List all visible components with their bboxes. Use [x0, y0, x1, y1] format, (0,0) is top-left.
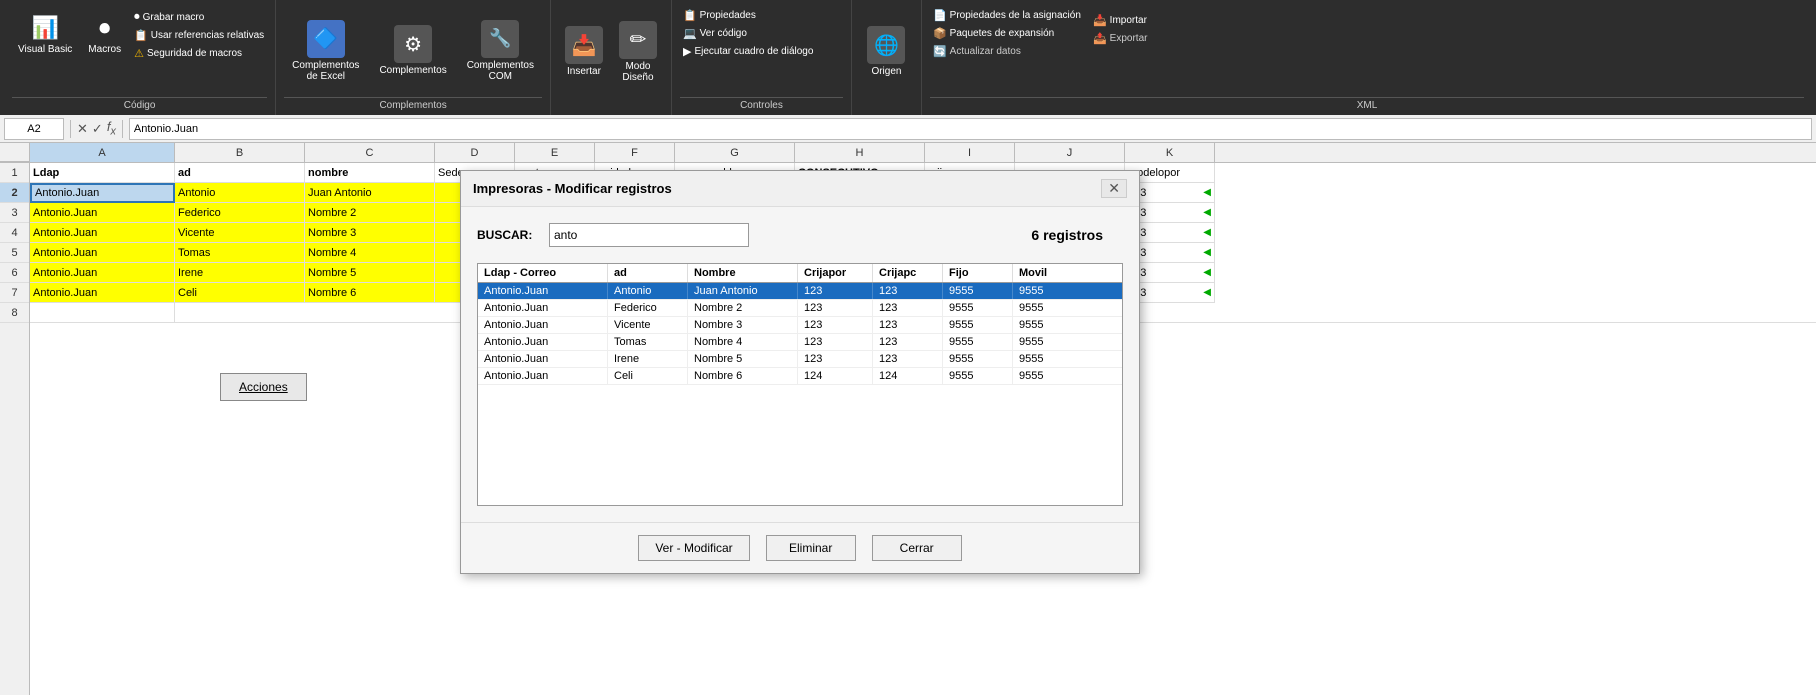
complementos-excel-btn[interactable]: 🔷 Complementosde Excel [284, 16, 367, 86]
insertar-btn[interactable]: 📥 Insertar [559, 22, 609, 81]
actualizar-datos-btn[interactable]: 🔄Actualizar datos [930, 44, 1804, 59]
exportar-btn[interactable]: 📤Exportar [1090, 31, 1804, 46]
col-headers: A B C D E F G H I J K [0, 143, 1816, 163]
name-box[interactable] [4, 118, 64, 140]
cell-b5[interactable]: Tomas [175, 243, 305, 263]
cell-c5[interactable]: Nombre 4 [305, 243, 435, 263]
ribbon-group-complementos: 🔷 Complementosde Excel ⚙ Complementos 🔧 … [276, 0, 551, 115]
grabar-macro-btn[interactable]: ⏺Grabar macro [131, 10, 267, 25]
dialog-title: Impresoras - Modificar registros [473, 181, 672, 196]
cell-c3[interactable]: Nombre 2 [305, 203, 435, 223]
results-rows: Antonio.Juan Antonio Juan Antonio 123 12… [478, 283, 1122, 505]
cell-b2[interactable]: Antonio [175, 183, 305, 203]
cell-a6[interactable]: Antonio.Juan [30, 263, 175, 283]
acciones-button[interactable]: Acciones [220, 373, 307, 401]
propiedades-btn[interactable]: 📋Propiedades [680, 8, 843, 23]
dialog: Impresoras - Modificar registros ✕ BUSCA… [460, 170, 1140, 574]
cell-a1[interactable]: Ldap [30, 163, 175, 183]
results-table-header: Ldap - Correo ad Nombre Crijapor Crijapc… [478, 264, 1122, 283]
ver-modificar-button[interactable]: Ver - Modificar [638, 535, 749, 561]
ribbon-group-label-xml: XML [930, 97, 1804, 111]
col-header-f[interactable]: F [595, 143, 675, 162]
cell-b6[interactable]: Irene [175, 263, 305, 283]
cell-a5[interactable]: Antonio.Juan [30, 243, 175, 263]
seguridad-macros-btn[interactable]: ⚠Seguridad de macros [131, 46, 267, 61]
list-item[interactable]: Antonio.Juan Irene Nombre 5 123 123 9555… [478, 351, 1122, 368]
cell-c7[interactable]: Nombre 6 [305, 283, 435, 303]
ejecutar-cuadro-btn[interactable]: ▶Ejecutar cuadro de diálogo [680, 44, 843, 59]
ribbon-group-origen: 🌐 Origen [852, 0, 922, 115]
record-count: 6 registros [1031, 227, 1103, 243]
importar-btn[interactable]: 📥Importar [1090, 13, 1804, 28]
usar-referencias-btn[interactable]: 📋Usar referencias relativas [131, 28, 267, 43]
complementos-btn[interactable]: ⚙ Complementos [371, 21, 454, 80]
origen-btn[interactable]: 🌐 Origen [861, 22, 911, 81]
search-label: BUSCAR: [477, 228, 537, 242]
confirm-formula-icon[interactable]: ✓ [92, 121, 103, 137]
cerrar-button[interactable]: Cerrar [872, 535, 962, 561]
formula-bar: ✕ ✓ fx Antonio.Juan [0, 115, 1816, 143]
cell-a3[interactable]: Antonio.Juan [30, 203, 175, 223]
ribbon-group-label-codigo: Código [12, 97, 267, 111]
col-header-c[interactable]: C [305, 143, 435, 162]
ver-codigo-btn[interactable]: 💻Ver código [680, 26, 843, 41]
row-headers: 1 2 3 4 5 6 7 8 [0, 163, 30, 695]
cell-b4[interactable]: Vicente [175, 223, 305, 243]
cell-a2-selected[interactable]: Antonio.Juan [30, 183, 175, 203]
cell-b7[interactable]: Celi [175, 283, 305, 303]
col-header-j[interactable]: J [1015, 143, 1125, 162]
ribbon: 📊 Visual Basic ⏺ Macros ⏺Grabar macro 📋U… [0, 0, 1816, 115]
cell-c2[interactable]: Juan Antonio [305, 183, 435, 203]
complementos-com-btn[interactable]: 🔧 ComplementosCOM [459, 16, 542, 86]
list-item[interactable]: Antonio.Juan Tomas Nombre 4 123 123 9555… [478, 334, 1122, 351]
col-header-i[interactable]: I [925, 143, 1015, 162]
dialog-titlebar: Impresoras - Modificar registros ✕ [461, 171, 1139, 207]
col-header-a[interactable]: A [30, 143, 175, 162]
cell-b1[interactable]: ad [175, 163, 305, 183]
insert-function-icon[interactable]: fx [107, 119, 116, 138]
list-item[interactable]: Antonio.Juan Vicente Nombre 3 123 123 95… [478, 317, 1122, 334]
list-item[interactable]: Antonio.Juan Federico Nombre 2 123 123 9… [478, 300, 1122, 317]
dialog-body: BUSCAR: anto 6 registros Ldap - Correo a… [461, 207, 1139, 522]
col-header-b[interactable]: B [175, 143, 305, 162]
visual-basic-btn[interactable]: 📊 Visual Basic [12, 8, 78, 59]
search-input[interactable]: anto [549, 223, 749, 247]
col-header-e[interactable]: E [515, 143, 595, 162]
list-item[interactable]: Antonio.Juan Antonio Juan Antonio 123 12… [478, 283, 1122, 300]
col-header-g[interactable]: G [675, 143, 795, 162]
results-table: Ldap - Correo ad Nombre Crijapor Crijapc… [477, 263, 1123, 506]
eliminar-button[interactable]: Eliminar [766, 535, 856, 561]
cell-c6[interactable]: Nombre 5 [305, 263, 435, 283]
cell-c1[interactable]: nombre [305, 163, 435, 183]
col-header-h[interactable]: H [795, 143, 925, 162]
ribbon-group-codigo: 📊 Visual Basic ⏺ Macros ⏺Grabar macro 📋U… [4, 0, 276, 115]
cell-b3[interactable]: Federico [175, 203, 305, 223]
ribbon-group-insertar: 📥 Insertar ✏ ModoDiseño [551, 0, 672, 115]
cell-a4[interactable]: Antonio.Juan [30, 223, 175, 243]
list-item[interactable]: Antonio.Juan Celi Nombre 6 124 124 9555 … [478, 368, 1122, 385]
col-header-k[interactable]: K [1125, 143, 1215, 162]
dialog-footer: Ver - Modificar Eliminar Cerrar [461, 522, 1139, 573]
dialog-close-button[interactable]: ✕ [1101, 179, 1127, 198]
ribbon-group-label-controles: Controles [680, 97, 843, 111]
ribbon-group-xml: 📄Propiedades de la asignación 📦Paquetes … [922, 0, 1812, 115]
ribbon-group-controles: 📋Propiedades 💻Ver código ▶Ejecutar cuadr… [672, 0, 852, 115]
ribbon-group-label-complementos: Complementos [284, 97, 542, 111]
cancel-formula-icon[interactable]: ✕ [77, 121, 88, 137]
macros-btn[interactable]: ⏺ Macros [82, 8, 127, 59]
cell-c4[interactable]: Nombre 3 [305, 223, 435, 243]
col-header-d[interactable]: D [435, 143, 515, 162]
formula-input[interactable]: Antonio.Juan [129, 118, 1812, 140]
cell-a7[interactable]: Antonio.Juan [30, 283, 175, 303]
modo-diseno-btn[interactable]: ✏ ModoDiseño [613, 17, 663, 87]
